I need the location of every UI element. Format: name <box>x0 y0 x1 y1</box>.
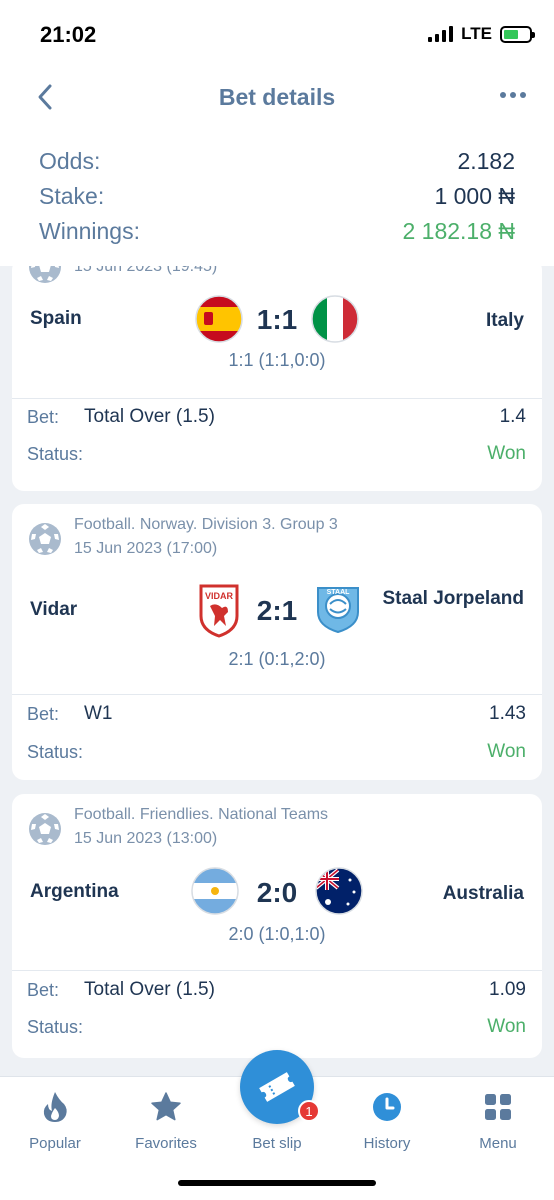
tab-label: Popular <box>29 1135 81 1152</box>
summary-label: Odds: <box>39 147 101 174</box>
svg-text:STAAL: STAAL <box>327 589 351 596</box>
status-time: 21:02 <box>40 22 97 47</box>
tab-label: Favorites <box>135 1135 197 1152</box>
match-subscore: 2:1 (0:1,2:0) <box>228 649 326 669</box>
tab-history[interactable]: History <box>332 1087 442 1152</box>
home-team: Vidar <box>30 599 78 620</box>
signal-icon <box>428 26 454 42</box>
dot-icon <box>500 92 506 98</box>
page-title: Bet details <box>218 84 336 110</box>
event-date: 15 Jun 2023 (19:45) <box>74 266 218 275</box>
football-icon <box>29 266 61 283</box>
summary-label: Winnings: <box>39 217 140 244</box>
bet-odds: 1.43 <box>489 703 526 724</box>
staal-crest-icon: STAAL <box>317 587 359 634</box>
match-subscore: 1:1 (1:1,0:0) <box>228 350 326 370</box>
dot-icon <box>510 92 516 98</box>
summary-stake: Stake: 1 000 ₦ <box>39 180 515 212</box>
away-team: Staal Jorpeland <box>382 588 525 609</box>
match-subscore: 2:0 (1:0,1:0) <box>228 924 326 944</box>
star-icon <box>151 1092 181 1121</box>
argentina-flag-icon <box>191 867 239 915</box>
event-date: 15 Jun 2023 (13:00) <box>74 830 218 847</box>
australia-flag-icon <box>315 867 363 915</box>
away-team: Italy <box>485 310 524 331</box>
match-score: 2:1 <box>256 595 298 626</box>
status-indicators: LTE <box>428 24 535 44</box>
tab-label: Bet slip <box>252 1135 302 1152</box>
clock-icon <box>373 1093 401 1121</box>
bet-odds: 1.4 <box>499 406 526 427</box>
header: Bet details Odds: 2.182 Stake: 1 000 ₦ W… <box>0 66 554 266</box>
bet-label: Bet: <box>27 704 60 724</box>
tab-favorites[interactable]: Favorites <box>111 1087 221 1152</box>
bet-name: Total Over (1.5) <box>84 979 215 1000</box>
event-card[interactable]: Football. Friendlies. National Teams 15 … <box>12 794 542 1058</box>
status-label: Status: <box>27 1017 84 1037</box>
italy-flag-icon <box>311 295 359 343</box>
home-team: Argentina <box>30 881 119 902</box>
ticket-icon <box>259 1072 295 1102</box>
event-card[interactable]: Football. Norway. Division 3. Group 3 15… <box>12 504 542 780</box>
tab-label: History <box>363 1135 411 1152</box>
match-score: 2:0 <box>256 877 298 908</box>
tab-menu[interactable]: Menu <box>443 1087 553 1152</box>
bet-events-list[interactable]: 15 Jun 2023 (19:45) Spain 1:1 Italy 1:1 … <box>0 266 554 1076</box>
summary-value: 2.182 <box>457 147 515 174</box>
status-value: Won <box>487 1016 526 1037</box>
dot-icon <box>520 92 526 98</box>
home-team: Spain <box>30 308 82 329</box>
summary-winnings: Winnings: 2 182.18 ₦ <box>39 215 515 247</box>
svg-text:VIDAR: VIDAR <box>205 591 234 601</box>
bet-slip-count-badge: 1 <box>298 1100 320 1122</box>
football-icon <box>29 813 61 845</box>
home-indicator <box>178 1180 376 1186</box>
status-value: Won <box>487 741 526 762</box>
status-label: Status: <box>27 444 84 464</box>
more-options-button[interactable] <box>500 92 526 98</box>
match-score: 1:1 <box>256 304 298 335</box>
divider <box>12 694 542 695</box>
event-league: Football. Norway. Division 3. Group 3 <box>74 516 338 533</box>
summary-value: 2 182.18 ₦ <box>402 217 515 244</box>
summary-value: 1 000 ₦ <box>434 182 515 209</box>
status-value: Won <box>487 443 526 464</box>
tab-label: Menu <box>479 1135 517 1152</box>
tab-popular[interactable]: Popular <box>0 1087 110 1152</box>
bet-label: Bet: <box>27 980 60 1000</box>
flame-icon <box>43 1092 67 1122</box>
vidar-crest-icon: VIDAR <box>199 584 239 638</box>
football-icon <box>29 523 61 555</box>
grid-icon <box>485 1094 511 1120</box>
event-card[interactable]: 15 Jun 2023 (19:45) Spain 1:1 Italy 1:1 … <box>12 266 542 491</box>
divider <box>12 970 542 971</box>
battery-icon <box>500 25 535 43</box>
summary-odds: Odds: 2.182 <box>39 145 515 177</box>
bet-label: Bet: <box>27 407 60 427</box>
away-team: Australia <box>442 883 524 904</box>
divider <box>12 398 542 399</box>
status-label: Status: <box>27 742 84 762</box>
summary-label: Stake: <box>39 182 105 209</box>
network-type: LTE <box>461 24 492 43</box>
status-bar: 21:02 LTE <box>0 0 554 66</box>
bet-name: Total Over (1.5) <box>84 406 215 427</box>
event-date: 15 Jun 2023 (17:00) <box>74 540 218 557</box>
bet-name: W1 <box>84 703 113 724</box>
bet-odds: 1.09 <box>489 979 526 1000</box>
event-league: Football. Friendlies. National Teams <box>74 806 329 823</box>
